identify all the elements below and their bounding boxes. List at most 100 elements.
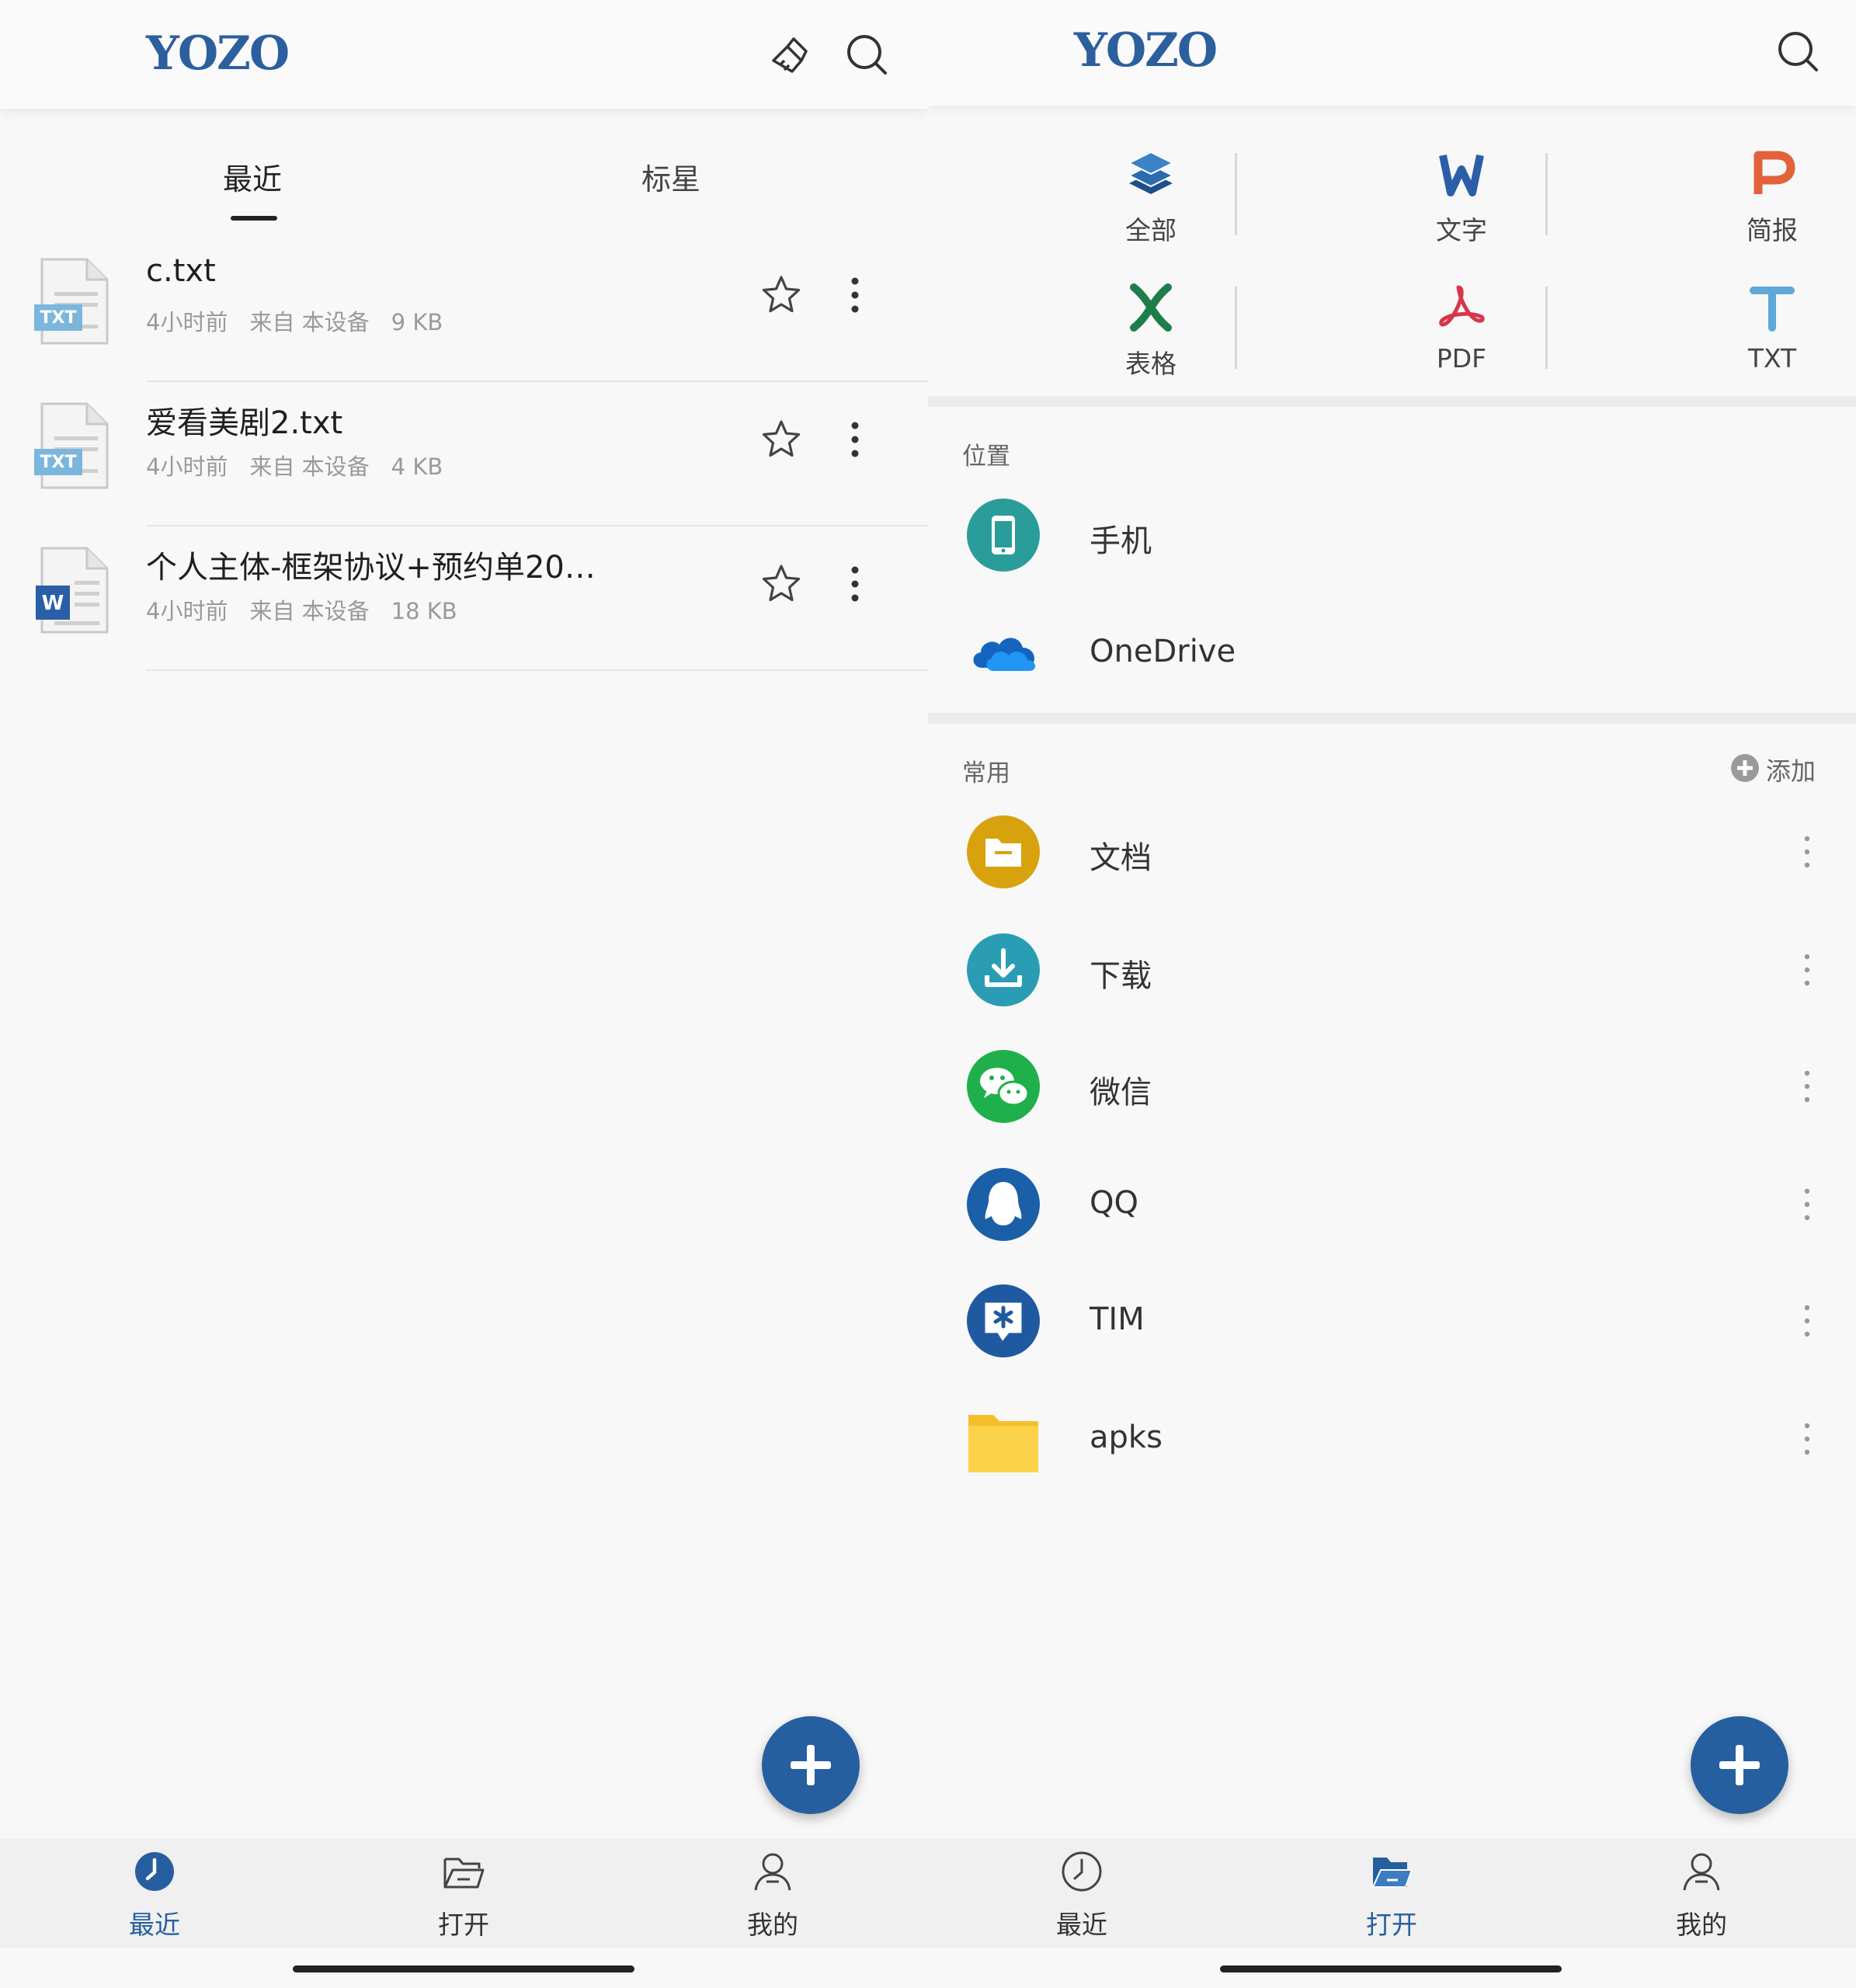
- home-indicator: [293, 1965, 634, 1972]
- new-document-button[interactable]: [762, 1716, 860, 1814]
- location-label: OneDrive: [1090, 634, 1236, 669]
- star-icon[interactable]: [759, 562, 803, 606]
- category-txt[interactable]: TXT: [1702, 275, 1842, 391]
- file-meta: 4小时前 来自 本设备 18 KB: [146, 593, 479, 626]
- category-spreadsheet[interactable]: 表格: [1081, 275, 1221, 391]
- wechat-icon: [967, 1050, 1040, 1123]
- common-label: TIM: [1090, 1302, 1145, 1337]
- more-vert-icon[interactable]: [843, 273, 867, 317]
- more-vert-icon[interactable]: [1799, 1302, 1815, 1340]
- top-app-bar: YOZO: [928, 0, 1856, 106]
- search-icon[interactable]: [842, 30, 892, 79]
- file-source: 来自 本设备: [249, 309, 370, 335]
- nav-label: 最近: [1056, 1910, 1107, 1940]
- clean-brush-icon[interactable]: [766, 30, 815, 79]
- clock-icon: [135, 1852, 174, 1891]
- file-name: 爱看美剧2.txt: [146, 405, 343, 441]
- category-label: PDF: [1436, 343, 1487, 374]
- divider: [1235, 153, 1237, 235]
- category-pdf[interactable]: PDF: [1392, 275, 1531, 391]
- plus-icon: [791, 1745, 831, 1785]
- file-size: 9 KB: [391, 309, 443, 335]
- more-vert-icon[interactable]: [1799, 832, 1815, 871]
- spreadsheet-x-icon: [1130, 283, 1172, 332]
- common-label: apks: [1090, 1420, 1163, 1455]
- common-item-documents[interactable]: 文档: [928, 794, 1856, 910]
- nav-label: 我的: [747, 1910, 798, 1940]
- user-icon: [754, 1853, 791, 1891]
- nav-open[interactable]: 打开: [386, 1839, 541, 1948]
- file-row[interactable]: TXT c.txt 4小时前 来自 本设备 9 KB: [0, 238, 928, 382]
- nav-label: 最近: [129, 1910, 180, 1940]
- common-item-wechat[interactable]: 微信: [928, 1028, 1856, 1145]
- nav-recent[interactable]: 最近: [77, 1839, 232, 1948]
- yozo-logo: YOZO: [146, 26, 290, 81]
- file-row[interactable]: W 个人主体-框架协议+预约单20… 4小时前 来自 本设备 18 KB: [0, 527, 928, 671]
- home-indicator: [1220, 1965, 1562, 1972]
- nav-label: 打开: [1366, 1910, 1417, 1940]
- add-label: 添加: [1766, 756, 1816, 786]
- file-source: 来自 本设备: [249, 598, 370, 624]
- more-vert-icon[interactable]: [843, 418, 867, 461]
- file-row[interactable]: TXT 爱看美剧2.txt 4小时前 来自 本设备 4 KB: [0, 382, 928, 527]
- nav-me[interactable]: 我的: [1624, 1839, 1779, 1948]
- location-item-onedrive[interactable]: OneDrive: [928, 595, 1856, 711]
- divider: [1545, 287, 1548, 369]
- tim-icon: [967, 1284, 1040, 1357]
- bottom-navigation: 最近 打开 我的: [0, 1839, 928, 1948]
- more-vert-icon[interactable]: [1799, 1185, 1815, 1224]
- file-meta: 4小时前 来自 本设备 9 KB: [146, 304, 464, 337]
- file-time: 4小时前: [146, 454, 228, 480]
- phone-icon: [967, 499, 1040, 572]
- nav-open[interactable]: 打开: [1314, 1839, 1469, 1948]
- row-divider: [146, 669, 928, 671]
- txt-file-icon: TXT: [31, 256, 116, 349]
- common-label: 文档: [1090, 840, 1152, 876]
- location-item-phone[interactable]: 手机: [928, 477, 1856, 593]
- section-title-location: 位置: [962, 443, 1010, 471]
- tab-starred[interactable]: 标星: [641, 155, 700, 198]
- common-item-tim[interactable]: TIM: [928, 1263, 1856, 1379]
- category-label: TXT: [1747, 343, 1797, 374]
- common-label: 微信: [1090, 1075, 1152, 1110]
- recent-screen: YOZO 最近 标星 TXT c.txt 4小时前 来自 本设备 9 KB TX…: [0, 0, 928, 1988]
- divider: [1235, 287, 1237, 369]
- search-icon[interactable]: [1773, 26, 1823, 76]
- common-item-download[interactable]: 下载: [928, 912, 1856, 1028]
- file-source: 来自 本设备: [249, 454, 370, 480]
- more-vert-icon[interactable]: [1799, 951, 1815, 989]
- category-all[interactable]: 全部: [1081, 141, 1221, 258]
- more-vert-icon[interactable]: [1799, 1067, 1815, 1106]
- user-icon: [1683, 1853, 1720, 1891]
- category-label: 表格: [1125, 349, 1177, 379]
- file-size: 18 KB: [391, 598, 457, 624]
- common-item-qq[interactable]: QQ: [928, 1146, 1856, 1263]
- folder-open-icon: [443, 1858, 485, 1889]
- tab-recent[interactable]: 最近: [223, 155, 282, 198]
- word-file-icon: W: [31, 545, 116, 638]
- category-label: 文字: [1436, 215, 1487, 245]
- file-name: 个人主体-框架协议+预约单20…: [146, 550, 596, 586]
- star-icon[interactable]: [759, 418, 803, 461]
- presentation-p-icon: [1753, 151, 1795, 194]
- onedrive-cloud-icon: [973, 638, 1036, 671]
- new-document-button[interactable]: [1691, 1716, 1788, 1814]
- star-icon[interactable]: [759, 273, 803, 317]
- nav-recent[interactable]: 最近: [1004, 1839, 1159, 1948]
- download-icon: [967, 933, 1040, 1006]
- section-divider: [928, 713, 1856, 724]
- file-time: 4小时前: [146, 598, 228, 624]
- category-writer[interactable]: 文字: [1392, 141, 1531, 258]
- section-title-common: 常用: [962, 759, 1010, 787]
- svg-text:TXT: TXT: [40, 453, 77, 472]
- nav-me[interactable]: 我的: [695, 1839, 850, 1948]
- nav-label: 我的: [1676, 1910, 1727, 1940]
- category-presentation[interactable]: 简报: [1702, 141, 1842, 258]
- txt-t-icon: [1750, 287, 1795, 332]
- common-item-apks[interactable]: apks: [928, 1381, 1856, 1497]
- more-vert-icon[interactable]: [843, 562, 867, 606]
- category-label: 全部: [1125, 215, 1177, 245]
- divider: [1545, 153, 1548, 235]
- more-vert-icon[interactable]: [1799, 1420, 1815, 1458]
- documents-folder-icon: [967, 815, 1040, 888]
